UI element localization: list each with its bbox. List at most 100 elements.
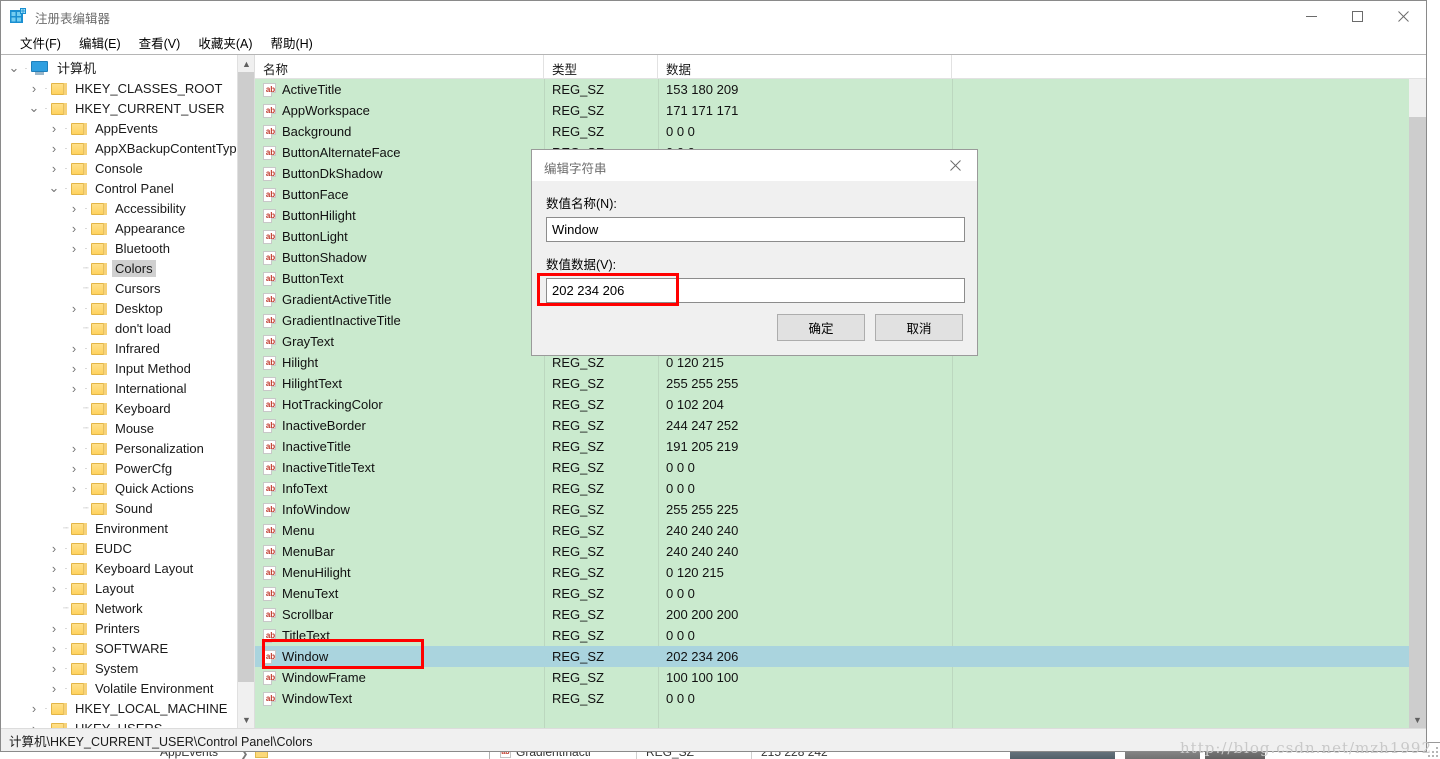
chevron-right-icon[interactable]: ›: [47, 621, 61, 636]
table-row[interactable]: HilightText REG_SZ 255 255 255: [255, 373, 1409, 394]
chevron-down-icon[interactable]: ⌄: [47, 181, 61, 194]
tree-item-system[interactable]: › · System: [1, 658, 237, 678]
tree-item-network[interactable]: ┈ Network: [1, 598, 237, 618]
menu-favorites[interactable]: 收藏夹(A): [189, 31, 261, 54]
tree-item-console[interactable]: › · Console: [1, 158, 237, 178]
table-row[interactable]: InactiveTitle REG_SZ 191 205 219: [255, 436, 1409, 457]
table-row[interactable]: Background REG_SZ 0 0 0: [255, 121, 1409, 142]
chevron-right-icon[interactable]: ›: [67, 361, 81, 376]
chevron-right-icon[interactable]: ›: [47, 581, 61, 596]
chevron-right-icon[interactable]: ›: [47, 661, 61, 676]
chevron-right-icon[interactable]: ›: [67, 381, 81, 396]
maximize-button[interactable]: [1334, 1, 1380, 31]
tree-scrollbar[interactable]: ▲ ▼: [237, 55, 254, 728]
table-row[interactable]: ActiveTitle REG_SZ 153 180 209: [255, 79, 1409, 100]
chevron-right-icon[interactable]: ›: [47, 541, 61, 556]
chevron-right-icon[interactable]: ›: [67, 481, 81, 496]
table-row[interactable]: InfoWindow REG_SZ 255 255 225: [255, 499, 1409, 520]
table-row[interactable]: HotTrackingColor REG_SZ 0 102 204: [255, 394, 1409, 415]
chevron-down-icon[interactable]: ⌄: [27, 101, 41, 114]
table-row[interactable]: Scrollbar REG_SZ 200 200 200: [255, 604, 1409, 625]
tree-item-personalization[interactable]: › · Personalization: [1, 438, 237, 458]
chevron-right-icon[interactable]: ›: [27, 721, 41, 729]
menu-help[interactable]: 帮助(H): [261, 31, 321, 54]
tree-item-volatile-environment[interactable]: › · Volatile Environment: [1, 678, 237, 698]
table-row[interactable]: Menu REG_SZ 240 240 240: [255, 520, 1409, 541]
tree-item-hkey-local-machine[interactable]: › · HKEY_LOCAL_MACHINE: [1, 698, 237, 718]
minimize-button[interactable]: [1288, 1, 1334, 31]
tree-item-printers[interactable]: › · Printers: [1, 618, 237, 638]
table-row[interactable]: MenuText REG_SZ 0 0 0: [255, 583, 1409, 604]
table-row[interactable]: WindowFrame REG_SZ 100 100 100: [255, 667, 1409, 688]
close-button[interactable]: [1380, 1, 1426, 31]
chevron-right-icon[interactable]: ›: [67, 461, 81, 476]
tree-item-desktop[interactable]: › · Desktop: [1, 298, 237, 318]
value-name-input[interactable]: Window: [546, 217, 965, 242]
tree-item-hkey-current-user[interactable]: ⌄ · HKEY_CURRENT_USER: [1, 98, 237, 118]
tree-item-international[interactable]: › · International: [1, 378, 237, 398]
chevron-right-icon[interactable]: ›: [47, 121, 61, 136]
tree-item-infrared[interactable]: › · Infrared: [1, 338, 237, 358]
chevron-right-icon[interactable]: ›: [47, 681, 61, 696]
scroll-up-icon[interactable]: ▲: [238, 55, 254, 72]
tree-item-sound[interactable]: ┈ Sound: [1, 498, 237, 518]
table-row[interactable]: TitleText REG_SZ 0 0 0: [255, 625, 1409, 646]
tree-item-hkey-classes-root[interactable]: › · HKEY_CLASSES_ROOT: [1, 78, 237, 98]
list-scrollbar[interactable]: ▲ ▼: [1409, 55, 1426, 728]
tree-item-appearance[interactable]: › · Appearance: [1, 218, 237, 238]
tree-item-appxbackupcontenttype[interactable]: › · AppXBackupContentType: [1, 138, 237, 158]
tree-item-environment[interactable]: ┈ Environment: [1, 518, 237, 538]
value-data-input[interactable]: 202 234 206: [546, 278, 965, 303]
chevron-right-icon[interactable]: ›: [67, 341, 81, 356]
table-row[interactable]: WindowText REG_SZ 0 0 0: [255, 688, 1409, 709]
table-row[interactable]: InactiveTitleText REG_SZ 0 0 0: [255, 457, 1409, 478]
tree-item-layout[interactable]: › · Layout: [1, 578, 237, 598]
scroll-down-icon[interactable]: ▼: [238, 711, 254, 728]
tree-item-mouse[interactable]: ┈ Mouse: [1, 418, 237, 438]
menu-edit[interactable]: 编辑(E): [70, 31, 130, 54]
tree-item-quick-actions[interactable]: › · Quick Actions: [1, 478, 237, 498]
chevron-right-icon[interactable]: ›: [67, 441, 81, 456]
table-row[interactable]: InfoText REG_SZ 0 0 0: [255, 478, 1409, 499]
table-row[interactable]: MenuHilight REG_SZ 0 120 215: [255, 562, 1409, 583]
dialog-close-button[interactable]: [933, 150, 977, 181]
tree-item-bluetooth[interactable]: › · Bluetooth: [1, 238, 237, 258]
column-header-data[interactable]: 数据: [658, 55, 952, 78]
table-row[interactable]: MenuBar REG_SZ 240 240 240: [255, 541, 1409, 562]
chevron-right-icon[interactable]: ›: [47, 641, 61, 656]
chevron-right-icon[interactable]: ›: [47, 561, 61, 576]
chevron-right-icon[interactable]: ›: [27, 81, 41, 96]
tree-item-software[interactable]: › · SOFTWARE: [1, 638, 237, 658]
chevron-right-icon[interactable]: ›: [67, 201, 81, 216]
tree-item-cursors[interactable]: ┈ Cursors: [1, 278, 237, 298]
table-row[interactable]: InactiveBorder REG_SZ 244 247 252: [255, 415, 1409, 436]
chevron-right-icon[interactable]: ›: [47, 141, 61, 156]
tree-item-appevents[interactable]: › · AppEvents: [1, 118, 237, 138]
tree-item-control-panel[interactable]: ⌄ · Control Panel: [1, 178, 237, 198]
tree-item-keyboard-layout[interactable]: › · Keyboard Layout: [1, 558, 237, 578]
tree-scrollbar-thumb[interactable]: [238, 72, 254, 682]
chevron-right-icon[interactable]: ›: [27, 701, 41, 716]
column-header-type[interactable]: 类型: [544, 55, 658, 78]
tree-item--[interactable]: ⌄ · 计算机: [1, 58, 237, 78]
registry-tree[interactable]: ⌄ · 计算机 › · HKEY_CLASSES_ROOT ⌄ · HKEY_CURRENT_U…: [1, 55, 237, 728]
chevron-right-icon[interactable]: ›: [47, 161, 61, 176]
tree-item-colors[interactable]: ┈ Colors: [1, 258, 237, 278]
tree-item-accessibility[interactable]: › · Accessibility: [1, 198, 237, 218]
list-scrollbar-thumb[interactable]: [1409, 117, 1426, 728]
list-scroll-down-icon[interactable]: ▼: [1409, 711, 1426, 728]
table-row[interactable]: AppWorkspace REG_SZ 171 171 171: [255, 100, 1409, 121]
tree-item-don-t-load[interactable]: ┈ don't load: [1, 318, 237, 338]
table-row[interactable]: Window REG_SZ 202 234 206: [255, 646, 1409, 667]
column-header-name[interactable]: 名称: [255, 55, 544, 78]
tree-item-hkey-users[interactable]: › · HKEY_USERS: [1, 718, 237, 728]
cancel-button[interactable]: 取消: [875, 314, 963, 341]
menu-file[interactable]: 文件(F): [11, 31, 70, 54]
tree-item-powercfg[interactable]: › · PowerCfg: [1, 458, 237, 478]
chevron-right-icon[interactable]: ›: [67, 301, 81, 316]
tree-item-input-method[interactable]: › · Input Method: [1, 358, 237, 378]
tree-item-eudc[interactable]: › · EUDC: [1, 538, 237, 558]
ok-button[interactable]: 确定: [777, 314, 865, 341]
chevron-right-icon[interactable]: ›: [67, 221, 81, 236]
menu-view[interactable]: 查看(V): [130, 31, 190, 54]
